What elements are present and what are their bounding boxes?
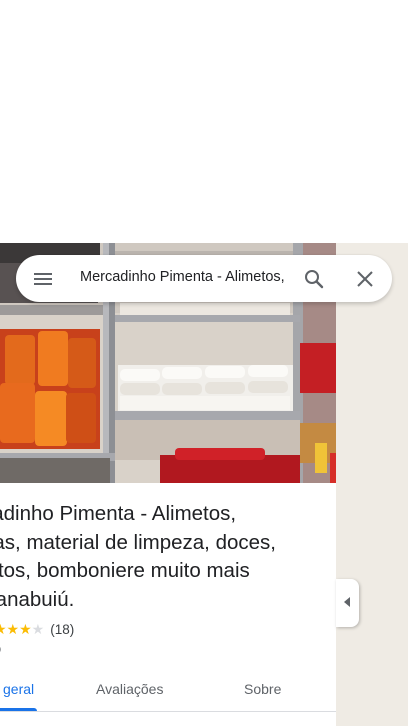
menu-icon[interactable] <box>32 268 54 290</box>
search-icon[interactable] <box>302 267 326 291</box>
blank-top-area <box>0 0 408 243</box>
tab-reviews[interactable]: Avaliações <box>96 681 163 697</box>
active-tab-indicator <box>0 708 37 711</box>
rating-row[interactable]: ★★★ ★ (18) <box>0 619 74 639</box>
rating-empty-star: ★ <box>31 620 45 637</box>
review-count[interactable]: (18) <box>50 622 74 637</box>
map-canvas[interactable] <box>336 243 408 726</box>
tab-about[interactable]: Sobre <box>244 681 281 697</box>
place-details-panel: cadinho Pimenta - Alimetos, das, materia… <box>0 243 336 726</box>
place-category: o <box>0 641 1 656</box>
rating-stars: ★★★ <box>0 620 32 637</box>
search-bar: Mercadinho Pimenta - Alimetos, bebidas, … <box>16 255 392 302</box>
place-title: cadinho Pimenta - Alimetos, das, materia… <box>0 502 276 611</box>
tab-overview[interactable]: geral <box>3 681 34 697</box>
search-input[interactable]: Mercadinho Pimenta - Alimetos, bebidas, … <box>80 269 287 289</box>
tabs-bar: geral Avaliações Sobre <box>0 671 336 712</box>
close-icon[interactable] <box>353 267 377 291</box>
chevron-left-icon <box>343 594 352 612</box>
collapse-panel-button[interactable] <box>336 579 359 627</box>
